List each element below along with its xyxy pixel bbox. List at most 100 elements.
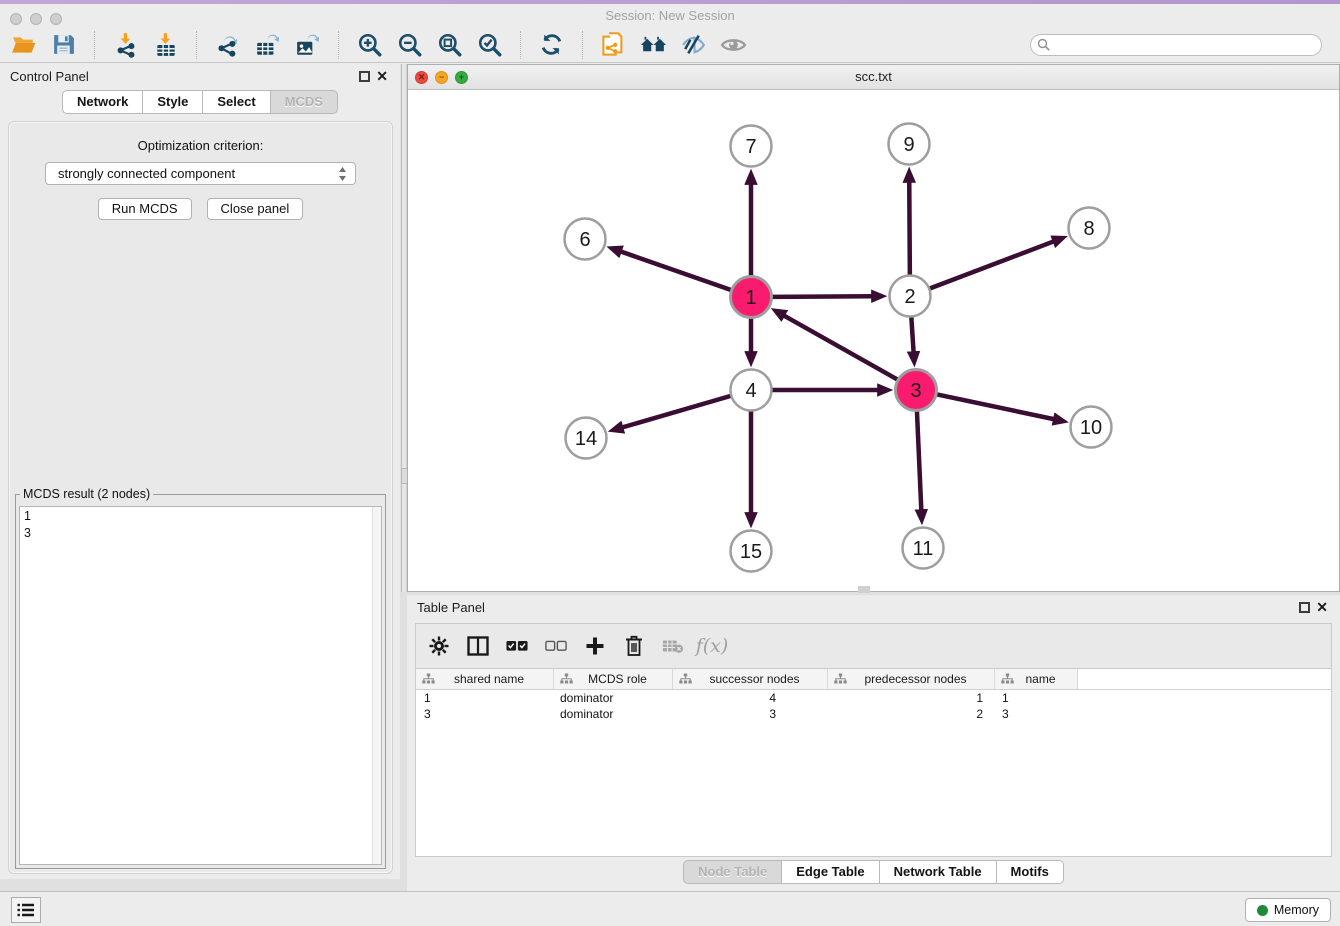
column-type-icon: [560, 673, 573, 686]
deselect-all-columns-icon[interactable]: [545, 635, 567, 657]
app-titlebar: Session: New Session: [0, 4, 1340, 27]
delete-column-icon[interactable]: [623, 635, 645, 657]
table-settings-gear-icon[interactable]: [428, 635, 450, 657]
minimize-window-icon[interactable]: [30, 13, 42, 25]
search-input[interactable]: [1030, 34, 1322, 56]
network-window-traffic-lights[interactable]: ✕ − +: [415, 71, 468, 84]
close-network-icon[interactable]: ✕: [415, 71, 428, 84]
graph-edge-1-2[interactable]: [772, 296, 872, 297]
optimization-select-value: strongly connected component: [58, 166, 235, 181]
table-cell[interactable]: 3: [416, 707, 554, 721]
table-cell[interactable]: dominator: [554, 707, 673, 721]
create-column-icon[interactable]: [584, 635, 606, 657]
table-row[interactable]: 3dominator323: [416, 706, 1331, 722]
tab-edge-table[interactable]: Edge Table: [782, 860, 879, 884]
close-window-icon[interactable]: [10, 13, 22, 25]
float-panel-icon[interactable]: [359, 71, 370, 82]
import-table-icon[interactable]: [152, 31, 179, 58]
close-table-panel-icon[interactable]: ✕: [1316, 599, 1328, 615]
optimization-select[interactable]: strongly connected component: [45, 162, 356, 185]
graph-node-label-2: 2: [904, 286, 915, 308]
duplicate-network-icon[interactable]: [600, 31, 627, 58]
close-panel-button[interactable]: Close panel: [207, 198, 304, 220]
table-cell[interactable]: 1: [995, 691, 1078, 705]
show-eye-icon[interactable]: [720, 31, 747, 58]
graph-node-label-14: 14: [575, 428, 597, 450]
table-cell[interactable]: 3: [673, 707, 828, 721]
show-column-panel-icon[interactable]: [467, 635, 489, 657]
fx-label: f(x): [696, 635, 729, 657]
tab-network-table[interactable]: Network Table: [880, 860, 997, 884]
control-panel-tabs: NetworkStyleSelectMCDS: [0, 90, 400, 114]
zoom-out-icon[interactable]: [396, 31, 423, 58]
mcds-result-text[interactable]: 1 3: [19, 506, 382, 865]
graph-node-label-6: 6: [579, 229, 590, 251]
select-all-columns-icon[interactable]: [506, 635, 528, 657]
table-cell[interactable]: dominator: [554, 691, 673, 705]
column-header-label: MCDS role: [573, 672, 672, 686]
mcds-result-title: MCDS result (2 nodes): [20, 487, 153, 501]
tab-motifs[interactable]: Motifs: [997, 860, 1064, 884]
graph-node-label-8: 8: [1083, 218, 1094, 240]
column-header-successor-nodes[interactable]: successor nodes: [673, 669, 828, 689]
graph-edge-2-8[interactable]: [930, 241, 1054, 288]
zoom-fit-icon[interactable]: [436, 31, 463, 58]
memory-button[interactable]: Memory: [1245, 898, 1331, 922]
column-header-MCDS-role[interactable]: MCDS role: [554, 669, 673, 689]
task-history-button[interactable]: [11, 897, 41, 923]
save-session-icon[interactable]: [50, 31, 77, 58]
table-panel-header: Table Panel ✕: [407, 595, 1340, 621]
float-table-panel-icon[interactable]: [1299, 602, 1310, 613]
close-panel-icon[interactable]: ✕: [376, 68, 388, 84]
column-type-icon: [1001, 673, 1014, 686]
horizontal-splitter-handle[interactable]: [858, 588, 870, 593]
graph-edge-3-1[interactable]: [784, 315, 898, 379]
graph-edge-4-14[interactable]: [622, 396, 730, 428]
home-network-icon[interactable]: [640, 31, 667, 58]
graph-edge-2-3[interactable]: [911, 317, 913, 352]
graph-edge-1-6[interactable]: [620, 251, 730, 290]
tab-select[interactable]: Select: [203, 90, 270, 114]
maximize-window-icon[interactable]: [50, 13, 62, 25]
table-toolbar: f(x): [416, 624, 1331, 668]
column-type-icon: [679, 673, 692, 686]
network-window-titlebar[interactable]: ✕ − + scc.txt: [408, 65, 1339, 90]
open-session-icon[interactable]: [10, 31, 37, 58]
column-header-name[interactable]: name: [995, 669, 1078, 689]
hide-eye-icon[interactable]: [680, 31, 707, 58]
list-icon: [17, 902, 35, 918]
refresh-layout-icon[interactable]: [538, 31, 565, 58]
control-panel-title: Control Panel: [10, 69, 89, 84]
tab-network[interactable]: Network: [62, 90, 143, 114]
zoom-selected-icon[interactable]: [476, 31, 503, 58]
export-network-icon[interactable]: [214, 31, 241, 58]
result-scrollbar[interactable]: [372, 507, 381, 864]
table-cell[interactable]: 3: [995, 707, 1078, 721]
table-cell[interactable]: 1: [416, 691, 554, 705]
tab-node-table[interactable]: Node Table: [683, 860, 782, 884]
graph-edge-2-9[interactable]: [909, 181, 910, 274]
graph-edge-3-11[interactable]: [917, 411, 921, 510]
table-cell[interactable]: 4: [673, 691, 828, 705]
table-cell[interactable]: 2: [828, 707, 995, 721]
run-mcds-button[interactable]: Run MCDS: [98, 198, 192, 220]
tab-mcds[interactable]: MCDS: [271, 90, 338, 114]
table-cell[interactable]: 1: [828, 691, 995, 705]
column-header-shared-name[interactable]: shared name: [416, 669, 554, 689]
node-table[interactable]: shared name MCDS rolesuccessor nodesprede…: [416, 668, 1331, 856]
column-header-predecessor-nodes[interactable]: predecessor nodes: [828, 669, 995, 689]
graph-edge-3-10[interactable]: [937, 394, 1054, 419]
network-graph[interactable]: 7968124314101511: [408, 90, 1339, 591]
status-bar: Memory: [0, 891, 1340, 926]
minimize-network-icon[interactable]: −: [435, 71, 448, 84]
table-row[interactable]: 1dominator411: [416, 690, 1331, 706]
export-image-icon[interactable]: [294, 31, 321, 58]
window-traffic-lights[interactable]: [10, 13, 62, 25]
zoom-in-icon[interactable]: [356, 31, 383, 58]
maximize-network-icon[interactable]: +: [455, 71, 468, 84]
network-canvas[interactable]: 7968124314101511: [408, 90, 1339, 591]
export-table-icon[interactable]: [254, 31, 281, 58]
tab-style[interactable]: Style: [143, 90, 203, 114]
import-network-icon[interactable]: [112, 31, 139, 58]
optimization-criterion-label: Optimization criterion:: [9, 138, 392, 153]
